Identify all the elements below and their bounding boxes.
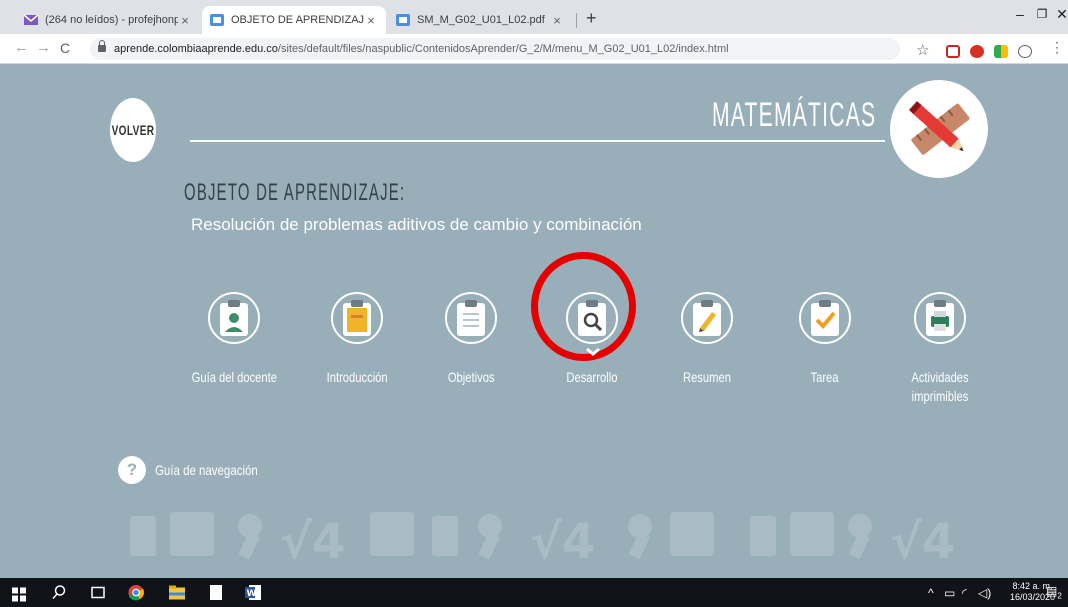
svg-text:√4: √4 — [530, 514, 595, 564]
word-icon[interactable]: W — [244, 584, 262, 601]
pocket-extension-icon[interactable] — [946, 45, 960, 58]
volume-icon[interactable]: ◁) — [978, 586, 991, 600]
menu-label: Introducción — [326, 369, 388, 385]
menu-item-guia-docente[interactable]: Guía del docente — [184, 292, 284, 387]
tab-title: SM_M_G02_U01_L02.pdf — [417, 14, 545, 26]
summary-clipboard-icon — [681, 292, 733, 344]
browser-toolbar: ← → C aprende.colombiaaprende.edu.co/sit… — [0, 34, 1068, 64]
page-content: VOLVER MATEMÁTICAS OBJETO DE APRENDIZAJE… — [0, 64, 1068, 578]
oa-title: Resolución de problemas aditivos de camb… — [191, 215, 642, 234]
menu-label: Resumen — [683, 369, 731, 385]
adblock-extension-icon[interactable] — [970, 45, 984, 58]
battery-icon[interactable]: ▭ — [944, 586, 955, 600]
mail-icon — [24, 14, 38, 25]
math-symbols-watermark: √4 √4 √4 — [130, 512, 955, 564]
tab-objeto-aprendizaje[interactable]: OBJETO DE APRENDIZAJE × — [202, 6, 386, 34]
tab-gmail[interactable]: (264 no leídos) - profejhonpablo × — [16, 6, 200, 34]
windows-start-icon[interactable] — [12, 586, 26, 603]
menu-label: Desarrollo — [566, 369, 618, 385]
menu-item-actividades-imprimibles[interactable]: Actividades imprimibles — [890, 292, 990, 406]
highlight-circle — [531, 252, 636, 361]
url-path: /sites/default/files/naspublic/Contenido… — [277, 43, 729, 55]
reload-icon[interactable]: C — [60, 40, 70, 56]
chevron-down-icon — [586, 347, 600, 356]
page-icon — [396, 14, 410, 26]
restore-icon[interactable]: ❐ — [1032, 7, 1052, 21]
subject-badge — [890, 80, 988, 178]
bookmark-star-icon[interactable]: ☆ — [916, 41, 929, 59]
navigation-guide-link[interactable]: ? Guía de navegación — [118, 456, 280, 484]
tab-pdf[interactable]: SM_M_G02_U01_L02.pdf × — [388, 6, 572, 34]
browser-tab-strip: (264 no leídos) - profejhonpablo × OBJET… — [0, 0, 1068, 34]
menu-item-tarea[interactable]: Tarea — [775, 292, 875, 387]
printer-icon — [914, 292, 966, 344]
check-clipboard-icon — [799, 292, 851, 344]
menu-item-resumen[interactable]: Resumen — [657, 292, 757, 387]
help-label: Guía de navegación — [155, 462, 258, 478]
document-icon[interactable] — [209, 584, 223, 601]
objectives-clipboard-icon — [445, 292, 497, 344]
help-icon: ? — [118, 456, 146, 484]
menu-item-introduccion[interactable]: Introducción — [307, 292, 407, 387]
chevron-up-icon[interactable]: ^ — [928, 586, 934, 600]
notification-center-icon[interactable]: ▤2 — [1046, 584, 1062, 600]
close-tab-icon[interactable]: × — [550, 13, 564, 28]
menu-dots-icon[interactable]: ⋮ — [1050, 39, 1064, 56]
search-icon[interactable] — [52, 584, 66, 601]
svg-text:W: W — [247, 589, 257, 599]
url-text[interactable]: aprende.colombiaaprende.edu.co/sites/def… — [114, 43, 729, 55]
menu-label: Guía del docente — [191, 369, 277, 385]
teacher-clipboard-icon — [208, 292, 260, 344]
tab-title: OBJETO DE APRENDIZAJE — [231, 14, 364, 26]
back-arrow-icon[interactable]: ← — [14, 39, 29, 56]
close-tab-icon[interactable]: × — [178, 13, 192, 28]
intro-clipboard-icon — [331, 292, 383, 344]
minimize-icon[interactable]: – — [1010, 6, 1030, 22]
close-tab-icon[interactable]: × — [364, 13, 378, 28]
url-host: aprende.colombiaaprende.edu.co — [114, 43, 278, 55]
subject-title: MATEMÁTICAS — [712, 96, 877, 134]
new-tab-button[interactable]: + — [586, 8, 597, 29]
notification-count: 2 — [1057, 591, 1062, 601]
menu-label: Actividades imprimibles — [911, 369, 969, 404]
profile-icon[interactable] — [1018, 45, 1032, 58]
windows-taskbar: W ^ ▭ ◜ ◁) 8:42 a. m. 16/03/2020 ▤2 — [0, 578, 1068, 607]
wifi-icon[interactable]: ◜ — [962, 586, 967, 600]
menu-item-objetivos[interactable]: Objetivos — [421, 292, 521, 387]
menu-label: Objetivos — [447, 369, 495, 385]
tab-title: (264 no leídos) - profejhonpablo — [45, 14, 178, 26]
ruler-pencil-icon — [908, 101, 970, 155]
chrome-icon[interactable] — [127, 584, 145, 601]
menu-label: Tarea — [810, 369, 840, 385]
header-divider — [190, 140, 885, 142]
extension-icon[interactable] — [994, 45, 1008, 58]
lock-icon — [98, 40, 106, 52]
volver-button[interactable]: VOLVER — [109, 98, 157, 162]
file-explorer-icon[interactable] — [168, 584, 186, 601]
task-view-icon[interactable] — [90, 584, 106, 601]
oa-label: OBJETO DE APRENDIZAJE: — [184, 179, 406, 206]
close-window-icon[interactable]: ✕ — [1052, 6, 1068, 23]
forward-arrow-icon[interactable]: → — [36, 39, 51, 56]
svg-text:√4: √4 — [890, 514, 955, 564]
tab-separator — [576, 13, 577, 28]
page-icon — [210, 14, 224, 26]
svg-text:√4: √4 — [280, 514, 345, 564]
